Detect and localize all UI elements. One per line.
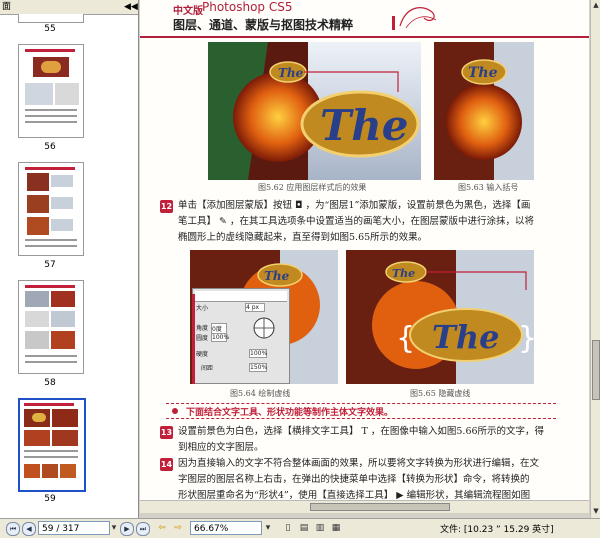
back-arrow-icon[interactable]: ⇦ — [156, 522, 168, 534]
svg-text:}: } — [518, 321, 534, 356]
zoom-field[interactable]: 66.67% — [190, 521, 262, 535]
thumbnail-page-number: 55 — [44, 24, 56, 34]
previous-page-icon[interactable]: ◀ — [22, 522, 36, 536]
panel-roundness-value: 100% — [211, 333, 230, 342]
title-swirl-ornament — [392, 7, 437, 30]
thumbnail-page-number: 58 — [44, 378, 56, 388]
thumbnail-page-number: 57 — [44, 260, 56, 270]
thumbnail-page-56[interactable] — [18, 44, 84, 138]
panel-spacing-label: 间距 — [201, 365, 214, 372]
brand-photoshop: Photoshop CS5 — [202, 0, 293, 14]
zoom-dropdown-chevron-icon[interactable]: ▾ — [262, 522, 274, 534]
thumbnail-panel-label: 面 — [2, 2, 12, 12]
step-13-line-2: 到相应的文字图层。 — [178, 442, 264, 453]
figure-5-63-image: The — [434, 42, 534, 180]
svg-text:{: { — [396, 321, 415, 356]
panel-angle-label: 角度 — [196, 325, 209, 332]
continuous-view-icon[interactable]: ▤ — [298, 522, 310, 534]
figure-5-65-image: The The { } — [346, 250, 534, 384]
panel-size-value: 4 px — [245, 303, 265, 312]
thumbnail-page-57[interactable] — [18, 162, 84, 256]
single-page-view-icon[interactable]: ▯ — [282, 522, 294, 534]
horizontal-scroll-thumb[interactable] — [310, 503, 450, 511]
the-logo-text-fig563: The — [468, 65, 498, 81]
continuous-facing-view-icon[interactable]: ▦ — [330, 522, 342, 534]
step-12-line-2: 笔工具】 ✎ ，在其工具选项条中设置适当的画笔大小，在图层蒙版中进行涂抹，以将 — [178, 216, 535, 227]
thumbnail-page-number: 56 — [44, 142, 56, 152]
scroll-up-arrow-icon[interactable]: ▲ — [592, 0, 600, 10]
vertical-scroll-thumb[interactable] — [592, 340, 600, 400]
the-logo-small: The — [278, 66, 304, 80]
thumbnail-panel: 面 ◀◀ 55 56 57 58 59 — [0, 0, 139, 518]
vertical-scrollbar[interactable]: ▲ ▼ — [590, 0, 600, 518]
step-14-line-2: 字图层的图层名称上右击，在弹出的快捷菜单中选择【转换为形状】命令，将转换的 — [178, 474, 530, 485]
figure-5-63-illustration: The — [434, 42, 534, 180]
thumbnail-panel-header: 面 ◀◀ — [0, 0, 138, 15]
step-12-line-1: 单击【添加图层蒙版】按钮 ◘ ，为“图层1”添加蒙版，设置前景色为黑色，选择【画 — [178, 200, 531, 211]
status-bar: ⏮ ◀ 59 / 317 ▾ ▶ ⏭ ⇦ ⇨ 66.67% ▾ ▯ ▤ ▥ ▦ … — [0, 518, 600, 538]
panel-hardness-label: 硬度 — [196, 351, 209, 358]
last-page-icon[interactable]: ⏭ — [136, 522, 150, 536]
panel-size-label: 大小 — [196, 305, 209, 312]
header-divider — [140, 36, 589, 38]
tip-bullet-icon — [172, 408, 178, 414]
figure-5-62-caption: 图5.62 应用图层样式后的效果 — [258, 183, 367, 192]
thumbnail-page-59[interactable] — [18, 398, 86, 492]
brand-chinese: 中文版 — [173, 6, 203, 17]
brush-panel: 大小 4 px 角度 0度 圆度 100% 硬度 100% 间距 150% — [192, 288, 290, 384]
thumbnail-page-55[interactable] — [18, 14, 84, 23]
horizontal-scrollbar[interactable] — [140, 500, 589, 513]
step-number-14: 14 — [160, 458, 173, 471]
forward-arrow-icon[interactable]: ⇨ — [172, 522, 184, 534]
brush-angle-dial-icon[interactable] — [251, 315, 277, 341]
collapse-panel-icon[interactable]: ◀◀ — [124, 2, 138, 12]
page-dropdown-chevron-icon[interactable]: ▾ — [108, 522, 120, 534]
tip-banner: 下面结合文字工具、形状功能等制作主体文字效果。 — [166, 403, 556, 419]
the-logo-text-fig565: The — [432, 318, 499, 356]
step-14-line-1: 因为直接输入的文字不符合整体画面的效果，所以要将文字转换为形状进行编辑，在文 — [178, 458, 540, 469]
figure-5-65-caption: 图5.65 隐藏虚线 — [410, 389, 471, 398]
the-logo-text-fig564: The — [264, 269, 290, 283]
page-header: 中文版 Photoshop CS5 图层、通道、蒙版与抠图技术精粹 — [140, 0, 589, 38]
figure-5-64-image: The 大小 4 px 角度 0度 圆度 100% 硬度 100% 间距 150… — [190, 250, 338, 384]
step-14-line-3: 形状图层重命名为“形状4”，使用【直接选择工具】 ▶ 编辑形状，其编辑流程图如图 — [178, 490, 531, 500]
panel-spacing-value: 150% — [249, 363, 268, 372]
page-number-field[interactable]: 59 / 317 — [38, 521, 110, 535]
step-13-line-1: 设置前景色为白色，选择【横排文字工具】 T ，在图像中输入如图5.66所示的文字… — [178, 426, 545, 437]
file-dimensions-info: 文件: [10.23 ” 15.29 英寸] — [440, 525, 554, 535]
thumbnail-page-number: 59 — [44, 494, 56, 504]
step-number-12: 12 — [160, 200, 173, 213]
figure-5-63-caption: 图5.63 输入括号 — [458, 183, 519, 192]
figure-5-65-illustration: The The { } — [346, 250, 534, 384]
thumbnail-page-58[interactable] — [18, 280, 84, 374]
the-logo-text: The — [320, 101, 409, 150]
step-12-line-3: 椭圆形上的虚线隐藏起来，直至得到如图5.65所示的效果。 — [178, 232, 428, 243]
facing-pages-view-icon[interactable]: ▥ — [314, 522, 326, 534]
document-page: 中文版 Photoshop CS5 图层、通道、蒙版与抠图技术精粹 The Th… — [140, 0, 589, 500]
panel-roundness-label: 圆度 — [196, 335, 209, 342]
figure-5-62-image: The The — [208, 42, 421, 180]
next-page-icon[interactable]: ▶ — [120, 522, 134, 536]
tip-text: 下面结合文字工具、形状功能等制作主体文字效果。 — [186, 408, 394, 418]
scroll-down-arrow-icon[interactable]: ▼ — [592, 506, 600, 516]
page-title: 图层、通道、蒙版与抠图技术精粹 — [173, 18, 354, 32]
panel-hardness-value: 100% — [249, 349, 268, 358]
the-logo-text-fig565-small: The — [392, 267, 415, 280]
first-page-icon[interactable]: ⏮ — [6, 522, 20, 536]
figure-5-62-illustration: The The — [208, 42, 421, 180]
figure-5-64-caption: 图5.64 绘制虚线 — [230, 389, 291, 398]
callout-line — [192, 294, 195, 384]
step-number-13: 13 — [160, 426, 173, 439]
